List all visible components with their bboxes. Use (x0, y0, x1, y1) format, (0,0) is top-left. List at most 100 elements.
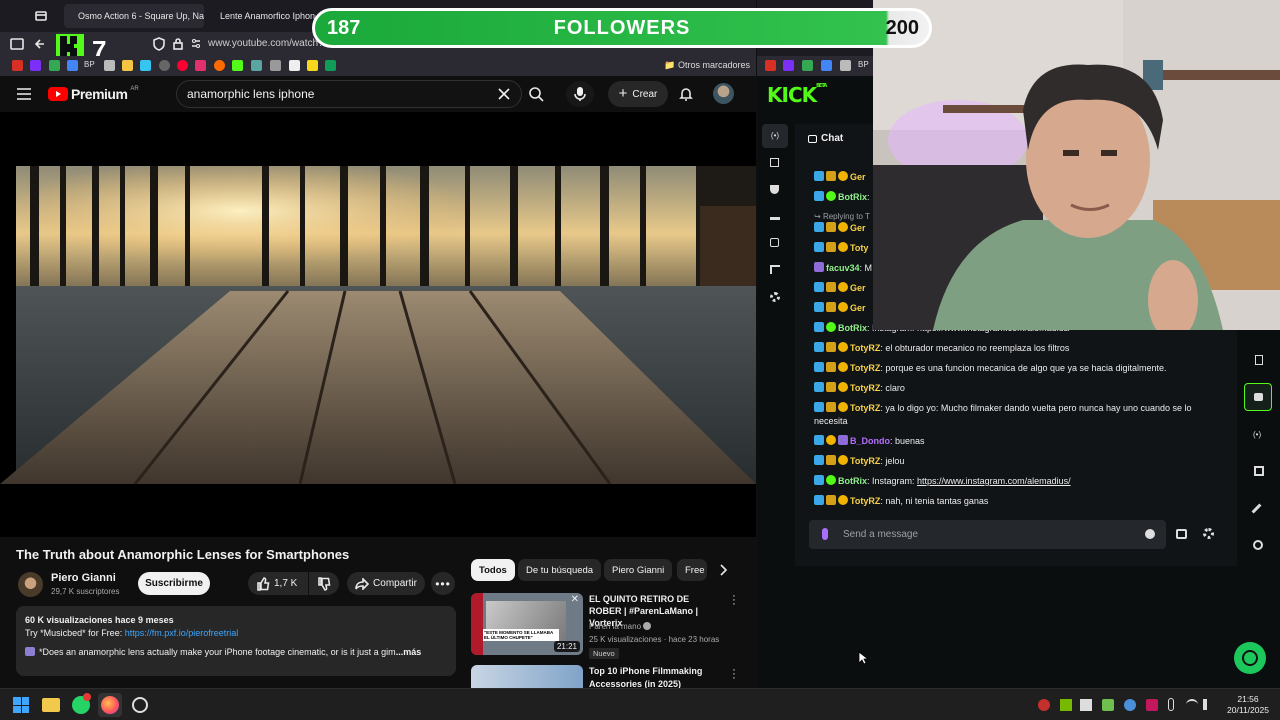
firefox-taskbar-button[interactable] (98, 693, 122, 717)
share-nodes-icon[interactable] (1253, 540, 1263, 550)
other-bookmarks[interactable]: 📁 Otros marcadores (664, 60, 750, 71)
channel-avatar[interactable] (18, 572, 43, 597)
broadcast-icon[interactable]: (•) (1253, 430, 1261, 439)
tray-app-icon[interactable] (1038, 699, 1050, 711)
file-explorer-icon[interactable] (42, 698, 60, 712)
video-frame[interactable] (0, 166, 756, 484)
chat-settings-icon[interactable] (1203, 528, 1214, 539)
notion-icon[interactable] (289, 60, 300, 71)
drive-icon[interactable] (49, 60, 60, 71)
permissions-icon[interactable] (190, 37, 202, 51)
chat-username[interactable]: TotyRZ (850, 343, 880, 353)
close-icon[interactable]: ✕ (571, 594, 579, 605)
bp-bookmark[interactable]: BP (858, 60, 869, 69)
drive-icon[interactable] (802, 60, 813, 71)
chat-username[interactable]: BotRix (838, 476, 867, 486)
clear-search-icon[interactable] (497, 87, 511, 101)
chat-username[interactable]: B_Dondo (850, 436, 890, 446)
recommendation-thumbnail[interactable] (471, 665, 583, 688)
bookmark-icon[interactable] (159, 60, 170, 71)
tray-app-icon[interactable] (1080, 699, 1092, 711)
gift-icon[interactable] (1176, 529, 1187, 539)
chat-username[interactable]: Ger (850, 303, 866, 313)
stats-icon[interactable] (770, 158, 779, 167)
bookmark-icon[interactable] (270, 60, 281, 71)
url-text[interactable]: www.youtube.com/watch? (208, 38, 324, 49)
instagram-icon[interactable] (195, 60, 206, 71)
back-arrow-icon[interactable] (33, 37, 47, 51)
tray-app-icon[interactable] (1102, 699, 1114, 711)
chat-username[interactable]: TotyRZ (850, 496, 880, 506)
more-vertical-icon[interactable]: · · · (731, 591, 737, 610)
sheets-icon[interactable] (325, 60, 336, 71)
chat-username[interactable]: TotyRZ (850, 456, 880, 466)
chat-username[interactable]: BotRix (838, 192, 867, 202)
bookmark-icon[interactable] (67, 60, 78, 71)
bp-bookmark[interactable]: BP (84, 60, 95, 69)
obs-icon[interactable] (132, 697, 148, 713)
bookmark-icon[interactable] (251, 60, 262, 71)
lock-icon[interactable] (172, 37, 184, 51)
chevron-right-icon[interactable] (718, 564, 728, 576)
gmail-icon[interactable] (765, 60, 776, 71)
chat-username[interactable]: TotyRZ (850, 403, 880, 413)
browser-tab[interactable]: Osmo Action 6 - Square Up, Na ✕ (64, 4, 204, 28)
bookmark-icon[interactable] (821, 60, 832, 71)
wrench-icon[interactable] (1251, 503, 1262, 514)
bookmark-icon[interactable] (840, 60, 851, 71)
chat-message-input[interactable]: Send a message (809, 520, 1166, 549)
chat-username[interactable]: facuv34 (826, 263, 860, 273)
chip-from-search[interactable]: De tu búsqueda (518, 559, 602, 581)
more-actions-button[interactable]: ••• (431, 572, 455, 595)
nvidia-icon[interactable] (1060, 699, 1072, 711)
help-button[interactable] (1234, 642, 1266, 674)
microphone-icon[interactable] (1168, 698, 1174, 711)
download-icon[interactable] (770, 212, 780, 220)
bookmark-icon[interactable] (104, 60, 115, 71)
dislike-button[interactable] (309, 572, 339, 595)
emoji-icon[interactable] (1145, 529, 1155, 539)
chat-toggle-button[interactable] (1244, 383, 1272, 411)
browser-tab[interactable]: Lente Anamorfico Iphone (206, 4, 316, 28)
users-icon[interactable] (770, 265, 780, 274)
subscribe-button[interactable]: Suscribirme (138, 572, 210, 595)
search-input[interactable]: anamorphic lens iphone (176, 80, 522, 108)
menu-icon[interactable] (16, 87, 32, 101)
chat-username[interactable]: Ger (850, 283, 866, 293)
document-icon[interactable] (1255, 355, 1263, 365)
bookmark-icon[interactable] (307, 60, 318, 71)
recommendation-title[interactable]: Top 10 iPhone Filmmaking Accessories (in… (589, 665, 724, 688)
more-vertical-icon[interactable]: · · · (731, 665, 737, 684)
chat-username[interactable]: Ger (850, 172, 866, 182)
store-icon[interactable] (1254, 466, 1264, 476)
create-button[interactable]: + Crear (608, 81, 668, 107)
avatar[interactable] (713, 83, 734, 104)
bookmark-icon[interactable] (214, 60, 225, 71)
chat-link[interactable]: https://www.instagram.com/alemadius/ (917, 476, 1071, 486)
channel-name[interactable]: Piero Gianni (51, 572, 116, 584)
tray-app-icon[interactable] (1124, 699, 1136, 711)
like-button[interactable]: 1,7 K (248, 572, 308, 595)
volume-icon[interactable] (1203, 699, 1213, 710)
video-description[interactable]: 60 K visualizaciones hace 9 meses Try *M… (16, 606, 456, 676)
wifi-icon[interactable] (1186, 699, 1198, 711)
target-icon[interactable] (770, 238, 779, 247)
gmail-icon[interactable] (12, 60, 23, 71)
chat-username[interactable]: Toty (850, 243, 868, 253)
twitch-icon[interactable] (783, 60, 794, 71)
chat-username[interactable]: TotyRZ (850, 363, 880, 373)
chat-username[interactable]: BotRix (838, 323, 867, 333)
microphone-icon[interactable] (822, 528, 828, 540)
chip-free[interactable]: Free (677, 559, 707, 581)
chip-all[interactable]: Todos (471, 559, 515, 581)
recommendation-thumbnail[interactable]: "ESTE MOMENTO SE LLAMABA EL ÚLTIMO CHUPE… (471, 593, 583, 655)
bookmark-icon[interactable] (140, 60, 151, 71)
show-more-link[interactable]: ...más (396, 647, 422, 657)
search-icon[interactable] (528, 86, 544, 102)
clock[interactable]: 21:56 20/11/2025 (1226, 694, 1270, 716)
youtube-icon[interactable] (177, 60, 188, 71)
chip-channel[interactable]: Piero Gianni (604, 559, 673, 581)
trophy-icon[interactable] (770, 185, 779, 194)
settings-gear-icon[interactable] (770, 292, 780, 302)
notifications-bell-icon[interactable] (679, 86, 693, 102)
